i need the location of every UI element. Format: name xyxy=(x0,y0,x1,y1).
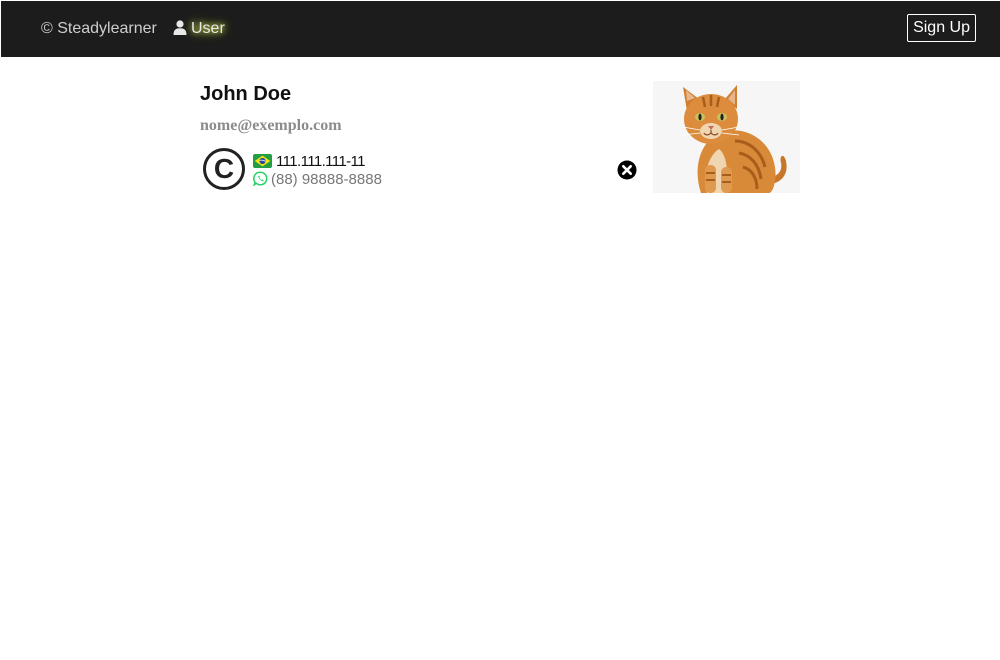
brand-text[interactable]: © Steadylearner xyxy=(41,20,157,38)
user-link-label: User xyxy=(191,20,225,37)
user-icon xyxy=(173,20,187,35)
user-link[interactable]: User xyxy=(173,20,225,38)
svg-text:C: C xyxy=(214,153,234,184)
id-number: 111.111.111-11 xyxy=(276,153,366,170)
whatsapp-icon xyxy=(252,171,268,187)
sign-up-button[interactable]: Sign Up xyxy=(907,14,976,42)
whatsapp-row[interactable]: (88) 98888-8888 xyxy=(252,171,382,188)
id-number-row: 111.111.111-11 xyxy=(253,153,366,170)
copyright-icon: C xyxy=(203,148,245,190)
top-navbar: © Steadylearner User Sign Up xyxy=(1,1,1000,57)
cat-illustration xyxy=(653,81,800,193)
profile-card: John Doe nome@exemplo.com C 111.111.111-… xyxy=(200,80,800,194)
close-circle-icon[interactable] xyxy=(617,160,637,180)
profile-name: John Doe xyxy=(200,83,292,105)
cat-photo xyxy=(653,81,800,193)
profile-email[interactable]: nome@exemplo.com xyxy=(200,117,342,135)
whatsapp-number: (88) 98888-8888 xyxy=(271,171,382,188)
brazil-flag-icon xyxy=(253,154,272,168)
